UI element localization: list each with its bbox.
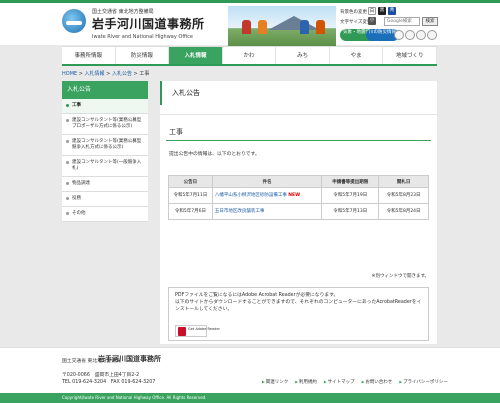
column-header-name: 件名 (211, 175, 323, 188)
footer-link-privacy[interactable]: プライバシーポリシー (399, 379, 448, 385)
global-nav: 事務所情報 防災情報 入札情報 かわ みち やま 地域づくり (62, 46, 438, 66)
sidebar-item-other[interactable]: その他 (62, 207, 148, 222)
footer-link-sitemap[interactable]: サイトマップ (324, 379, 355, 385)
search-input[interactable] (384, 17, 420, 26)
page-title: 入札公告 (160, 81, 437, 105)
river-info-label: 川の防災情報 (369, 30, 396, 35)
camera-icon[interactable] (394, 30, 404, 40)
bg-color-label: 背景色の変更 (340, 10, 367, 15)
row-deadline: 令和5年7月13日 (321, 203, 380, 220)
header-banner-image (228, 6, 336, 46)
breadcrumb-home[interactable]: HOME (62, 71, 77, 77)
column-header-opening: 開札日 (378, 175, 429, 188)
table-header-row: 公告日 件名 申請書等提出期限 開札日 (168, 175, 429, 188)
sidebar-item-consultant-competitive[interactable]: 建設コンサルタント等(業務公募型競争入札方式に係る公示) (62, 135, 148, 156)
site-title[interactable]: 岩手河川国道事務所 (92, 15, 205, 32)
row-date: 令和5年7月11日 (168, 187, 213, 204)
nav-river[interactable]: かわ (223, 47, 277, 64)
footer-link-contact[interactable]: お問い合わせ (362, 379, 392, 385)
footer-org-name: 岩手河川国道事務所 (98, 355, 161, 363)
pdf-notice-text: PDFファイルをご覧になるにはAdobe Acrobat Readerが必要にな… (175, 293, 339, 298)
table-row: 令和5年7月11日 八幡平山系小柳沢地区砂防設備工事 NEW 令和5年7月19日… (168, 187, 429, 204)
pdf-notice-box: PDFファイルをご覧になるにはAdobe Acrobat Readerが必要にな… (168, 287, 429, 341)
copyright-bar: Copyright(Iwate River and National Highw… (0, 393, 500, 403)
sidebar-item-consultant-proposal[interactable]: 建設コンサルタント等(業務公募型プロポーザル方式に係る公示) (62, 114, 148, 135)
bg-blue-button[interactable]: 青 (388, 7, 396, 15)
search-button[interactable]: 検索 (422, 17, 438, 26)
row-name-link[interactable]: 八幡平山系小柳沢地区砂防設備工事 (215, 193, 287, 198)
breadcrumb-bid-info[interactable]: 入札情報 (85, 71, 105, 77)
bg-black-button[interactable]: 黒 (378, 7, 386, 15)
sidebar-title[interactable]: 入札公告 (62, 81, 148, 99)
row-name-link[interactable]: 五日市地区改良舗装工事 (215, 209, 265, 214)
adobe-reader-label: Get Adobe Reader (188, 327, 220, 331)
main-content: 入札公告 工事 提出公告中の情報は、以下のとおりです。 公告日 件名 申請書等提… (160, 81, 437, 344)
footer-phone: TEL 019-624-3204 FAX 019-624-3207 (62, 380, 156, 385)
table-row: 令和5年7月6日 五日市地区改良舗装工事 令和5年7月13日 令和5年8月24日 (168, 203, 429, 220)
new-window-note: ※別ウィンドウで開きます。 (371, 274, 429, 279)
bid-table: 公告日 件名 申請書等提出期限 開札日 令和5年7月11日 八幡平山系小柳沢地区… (168, 175, 429, 220)
footer-link-terms[interactable]: 利用規約 (295, 379, 317, 385)
content-panel: 工事 提出公告中の情報は、以下のとおりです。 公告日 件名 申請書等提出期限 開… (160, 114, 437, 344)
sidebar-item-procurement[interactable]: 物品調達 (62, 177, 148, 192)
footer-postal-address: 〒020-0066 盛岡市上田4丁目2-2 (62, 373, 140, 378)
column-header-deadline: 申請書等提出期限 (321, 175, 380, 188)
footer-address: 〒020-0066 盛岡市上田4丁目2-2 TEL 019-624-3204 F… (62, 372, 155, 386)
sidebar: 入札公告 工事 建設コンサルタント等(業務公募型プロポーザル方式に係る公示) 建… (62, 81, 148, 222)
row-name-cell: 五日市地区改良舗装工事 (211, 203, 323, 220)
breadcrumb: HOME > 入札情報 > 入札公告 > 工事 (62, 70, 149, 77)
adobe-reader-link[interactable]: Get Adobe Reader (175, 325, 220, 337)
footer-links: 関連リンク 利用規約 サイトマップ お問い合わせ プライバシーポリシー (262, 379, 448, 385)
mountain-graphic (268, 16, 320, 30)
road-icon[interactable] (405, 30, 415, 40)
breadcrumb-current: 工事 (139, 71, 150, 77)
footer-link-related[interactable]: 関連リンク (262, 379, 289, 385)
row-date: 令和5年7月6日 (168, 203, 213, 220)
new-badge: NEW (288, 192, 301, 198)
map-icon[interactable] (427, 30, 437, 40)
row-name-cell: 八幡平山系小柳沢地区砂防設備工事 NEW (211, 187, 323, 204)
adobe-reader-icon (178, 327, 186, 336)
section-title: 工事 (166, 123, 431, 141)
font-size-label: 文字サイズ変更 (340, 20, 372, 25)
sidebar-item-construction[interactable]: 工事 (62, 99, 148, 114)
row-opening: 令和5年8月24日 (378, 203, 429, 220)
horse-rider-graphic (316, 20, 325, 34)
column-header-date: 公告日 (168, 175, 213, 188)
sidebar-item-consultant-general[interactable]: 建設コンサルタント等(一般競争入札) (62, 156, 148, 177)
nav-disaster-info[interactable]: 防災情報 (116, 47, 170, 64)
nav-bid-info[interactable]: 入札情報 (169, 47, 223, 64)
horse-rider-graphic (258, 20, 267, 34)
breadcrumb-separator: > (104, 71, 112, 77)
horse-rider-graphic (300, 20, 309, 34)
nav-community[interactable]: 地域づくり (383, 47, 438, 64)
nav-office-info[interactable]: 事務所情報 (62, 47, 116, 64)
site-footer: 国土交通省 東北地方整備局 岩手河川国道事務所 〒020-0066 盛岡市上田4… (0, 347, 500, 393)
row-deadline: 令和5年7月19日 (321, 187, 380, 204)
breadcrumb-bid-notice[interactable]: 入札公告 (112, 71, 132, 77)
nav-road[interactable]: みち (276, 47, 330, 64)
breadcrumb-separator: > (77, 71, 85, 77)
intro-text: 提出公告中の情報は、以下のとおりです。 (169, 152, 260, 157)
nav-mountain[interactable]: やま (330, 47, 384, 64)
site-title-en: Iwate River and National Highway Office (92, 34, 194, 40)
site-header: 国土交通省 東北地方整備局 岩手河川国道事務所 Iwate River and … (0, 3, 500, 46)
horse-rider-graphic (242, 20, 251, 34)
pdf-notice-text-2: 以下のサイトからダウンロードすることができますので、それぞれのコンピューターにあ… (175, 300, 422, 312)
river-icon[interactable] (416, 30, 426, 40)
font-small-button[interactable]: 小 (368, 17, 376, 25)
mlit-logo-icon[interactable] (62, 9, 86, 33)
row-opening: 令和5年8月23日 (378, 187, 429, 204)
header-org-small: 国土交通省 東北地方整備局 (92, 9, 154, 15)
bg-white-button[interactable]: 白 (368, 7, 376, 15)
sidebar-item-services[interactable]: 役務 (62, 192, 148, 207)
